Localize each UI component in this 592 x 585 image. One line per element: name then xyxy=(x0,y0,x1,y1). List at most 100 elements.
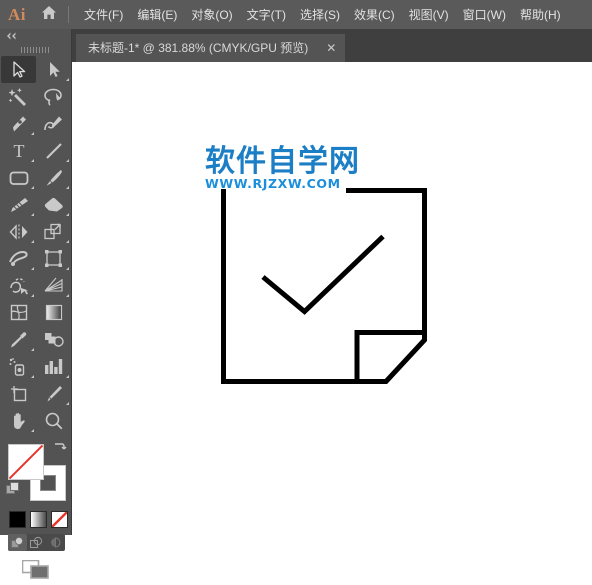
collapse-panel-button[interactable] xyxy=(0,29,71,43)
flyout-indicator-icon xyxy=(31,159,34,162)
document-outline-path[interactable] xyxy=(346,188,427,384)
bar-chart-icon xyxy=(44,358,63,375)
hand-tool[interactable] xyxy=(1,407,36,434)
menu-file[interactable]: 文件(F) xyxy=(77,4,130,26)
flyout-indicator-icon xyxy=(31,240,34,243)
gradient-icon xyxy=(45,304,63,321)
screen-mode-icon xyxy=(21,559,50,585)
svg-text:T: T xyxy=(13,142,24,160)
shaper-tool[interactable] xyxy=(1,191,36,218)
app-logo: Ai xyxy=(8,4,26,24)
paintbrush-tool[interactable] xyxy=(36,164,71,191)
zoom-tool[interactable] xyxy=(36,407,71,434)
hand-icon xyxy=(10,412,28,430)
curvature-tool[interactable] xyxy=(36,110,71,137)
perspective-grid-tool[interactable] xyxy=(36,272,71,299)
lasso-tool[interactable] xyxy=(36,83,71,110)
symbol-sprayer-tool[interactable] xyxy=(1,353,36,380)
magic-wand-tool[interactable] xyxy=(1,83,36,110)
menu-window[interactable]: 窗口(W) xyxy=(456,4,513,26)
selection-tool[interactable] xyxy=(1,56,36,83)
menu-object[interactable]: 对象(O) xyxy=(184,4,239,26)
type-t-icon: T xyxy=(11,142,27,160)
slice-tool[interactable] xyxy=(36,380,71,407)
document-tab-bar: 未标题-1* @ 381.88% (CMYK/GPU 预览) ✕ xyxy=(0,29,592,62)
width-tool[interactable] xyxy=(1,245,36,272)
flyout-indicator-icon xyxy=(66,159,69,162)
rectangle-tool[interactable] xyxy=(1,164,36,191)
flyout-indicator-icon xyxy=(66,213,69,216)
direct-selection-tool[interactable] xyxy=(36,56,71,83)
screen-mode-button[interactable] xyxy=(0,559,71,585)
fill-swatch[interactable] xyxy=(8,444,44,480)
width-icon xyxy=(8,250,29,267)
perspective-grid-icon xyxy=(44,277,63,294)
artboard-canvas[interactable]: 软件自学网 WWW.RJZXW.COM xyxy=(72,62,592,535)
eyedropper-icon xyxy=(9,331,28,349)
gradient-tool[interactable] xyxy=(36,299,71,326)
flyout-indicator-icon xyxy=(66,267,69,270)
drawing-mode-buttons xyxy=(8,534,65,551)
menu-select[interactable]: 选择(S) xyxy=(293,4,347,26)
menu-type[interactable]: 文字(T) xyxy=(240,4,293,26)
flyout-indicator-icon xyxy=(66,375,69,378)
paintbrush-icon xyxy=(45,169,63,187)
home-button[interactable] xyxy=(34,5,64,25)
flyout-indicator-icon xyxy=(66,186,69,189)
pen-nib-icon xyxy=(9,115,28,133)
menu-help[interactable]: 帮助(H) xyxy=(513,4,568,26)
type-tool[interactable]: T xyxy=(1,137,36,164)
flyout-indicator-icon xyxy=(66,78,69,81)
flyout-indicator-icon xyxy=(66,240,69,243)
flyout-indicator-icon xyxy=(31,213,34,216)
line-diagonal-icon xyxy=(45,142,63,160)
draw-behind-button[interactable] xyxy=(27,534,46,551)
none-button[interactable] xyxy=(51,511,68,528)
blend-tool[interactable] xyxy=(36,326,71,353)
default-fill-stroke-button[interactable] xyxy=(6,482,20,501)
mesh-grid-icon xyxy=(10,304,28,321)
menu-edit[interactable]: 编辑(E) xyxy=(130,4,184,26)
close-icon[interactable]: ✕ xyxy=(326,42,336,54)
symbol-sprayer-icon xyxy=(9,357,28,376)
draw-normal-button[interactable] xyxy=(8,534,27,551)
illustrator-window: Ai 文件(F) 编辑(E) 对象(O) 文字(T) 选择(S) 效果(C) 视… xyxy=(0,0,592,579)
flyout-indicator-icon xyxy=(31,375,34,378)
checkmark-path[interactable] xyxy=(261,234,385,315)
artboard-icon xyxy=(10,385,28,402)
pen-tool[interactable] xyxy=(1,110,36,137)
blend-icon xyxy=(44,331,64,348)
free-transform-icon xyxy=(45,250,62,267)
swap-fill-stroke-button[interactable] xyxy=(51,441,67,461)
flyout-indicator-icon xyxy=(31,186,34,189)
shape-builder-tool[interactable] xyxy=(1,272,36,299)
shape-builder-icon xyxy=(9,277,29,295)
draw-inside-button[interactable] xyxy=(46,534,65,551)
eraser-tool[interactable] xyxy=(36,191,71,218)
tools-panel: T xyxy=(0,29,72,579)
slice-knife-icon xyxy=(45,385,63,403)
flyout-indicator-icon xyxy=(31,294,34,297)
color-style-buttons xyxy=(9,511,71,528)
document-tab[interactable]: 未标题-1* @ 381.88% (CMYK/GPU 预览) ✕ xyxy=(76,34,346,62)
menu-view[interactable]: 视图(V) xyxy=(402,4,456,26)
scale-tool[interactable] xyxy=(36,218,71,245)
document-tab-title: 未标题-1* @ 381.88% (CMYK/GPU 预览) xyxy=(88,41,309,55)
shaper-pencil-icon xyxy=(9,197,29,213)
column-graph-tool[interactable] xyxy=(36,353,71,380)
line-segment-tool[interactable] xyxy=(36,137,71,164)
gradient-button[interactable] xyxy=(30,511,47,528)
menu-item-list: 文件(F) 编辑(E) 对象(O) 文字(T) 选择(S) 效果(C) 视图(V… xyxy=(77,4,568,26)
artboard-tool[interactable] xyxy=(1,380,36,407)
flyout-indicator-icon xyxy=(31,348,34,351)
flyout-indicator-icon xyxy=(31,267,34,270)
artwork-vector[interactable] xyxy=(72,62,592,535)
mesh-tool[interactable] xyxy=(1,299,36,326)
eyedropper-tool[interactable] xyxy=(1,326,36,353)
reflect-tool[interactable] xyxy=(1,218,36,245)
rounded-rectangle-icon xyxy=(9,170,29,186)
menu-effect[interactable]: 效果(C) xyxy=(347,4,402,26)
color-solid-button[interactable] xyxy=(9,511,26,528)
free-transform-tool[interactable] xyxy=(36,245,71,272)
grip-dots-icon xyxy=(20,46,51,53)
